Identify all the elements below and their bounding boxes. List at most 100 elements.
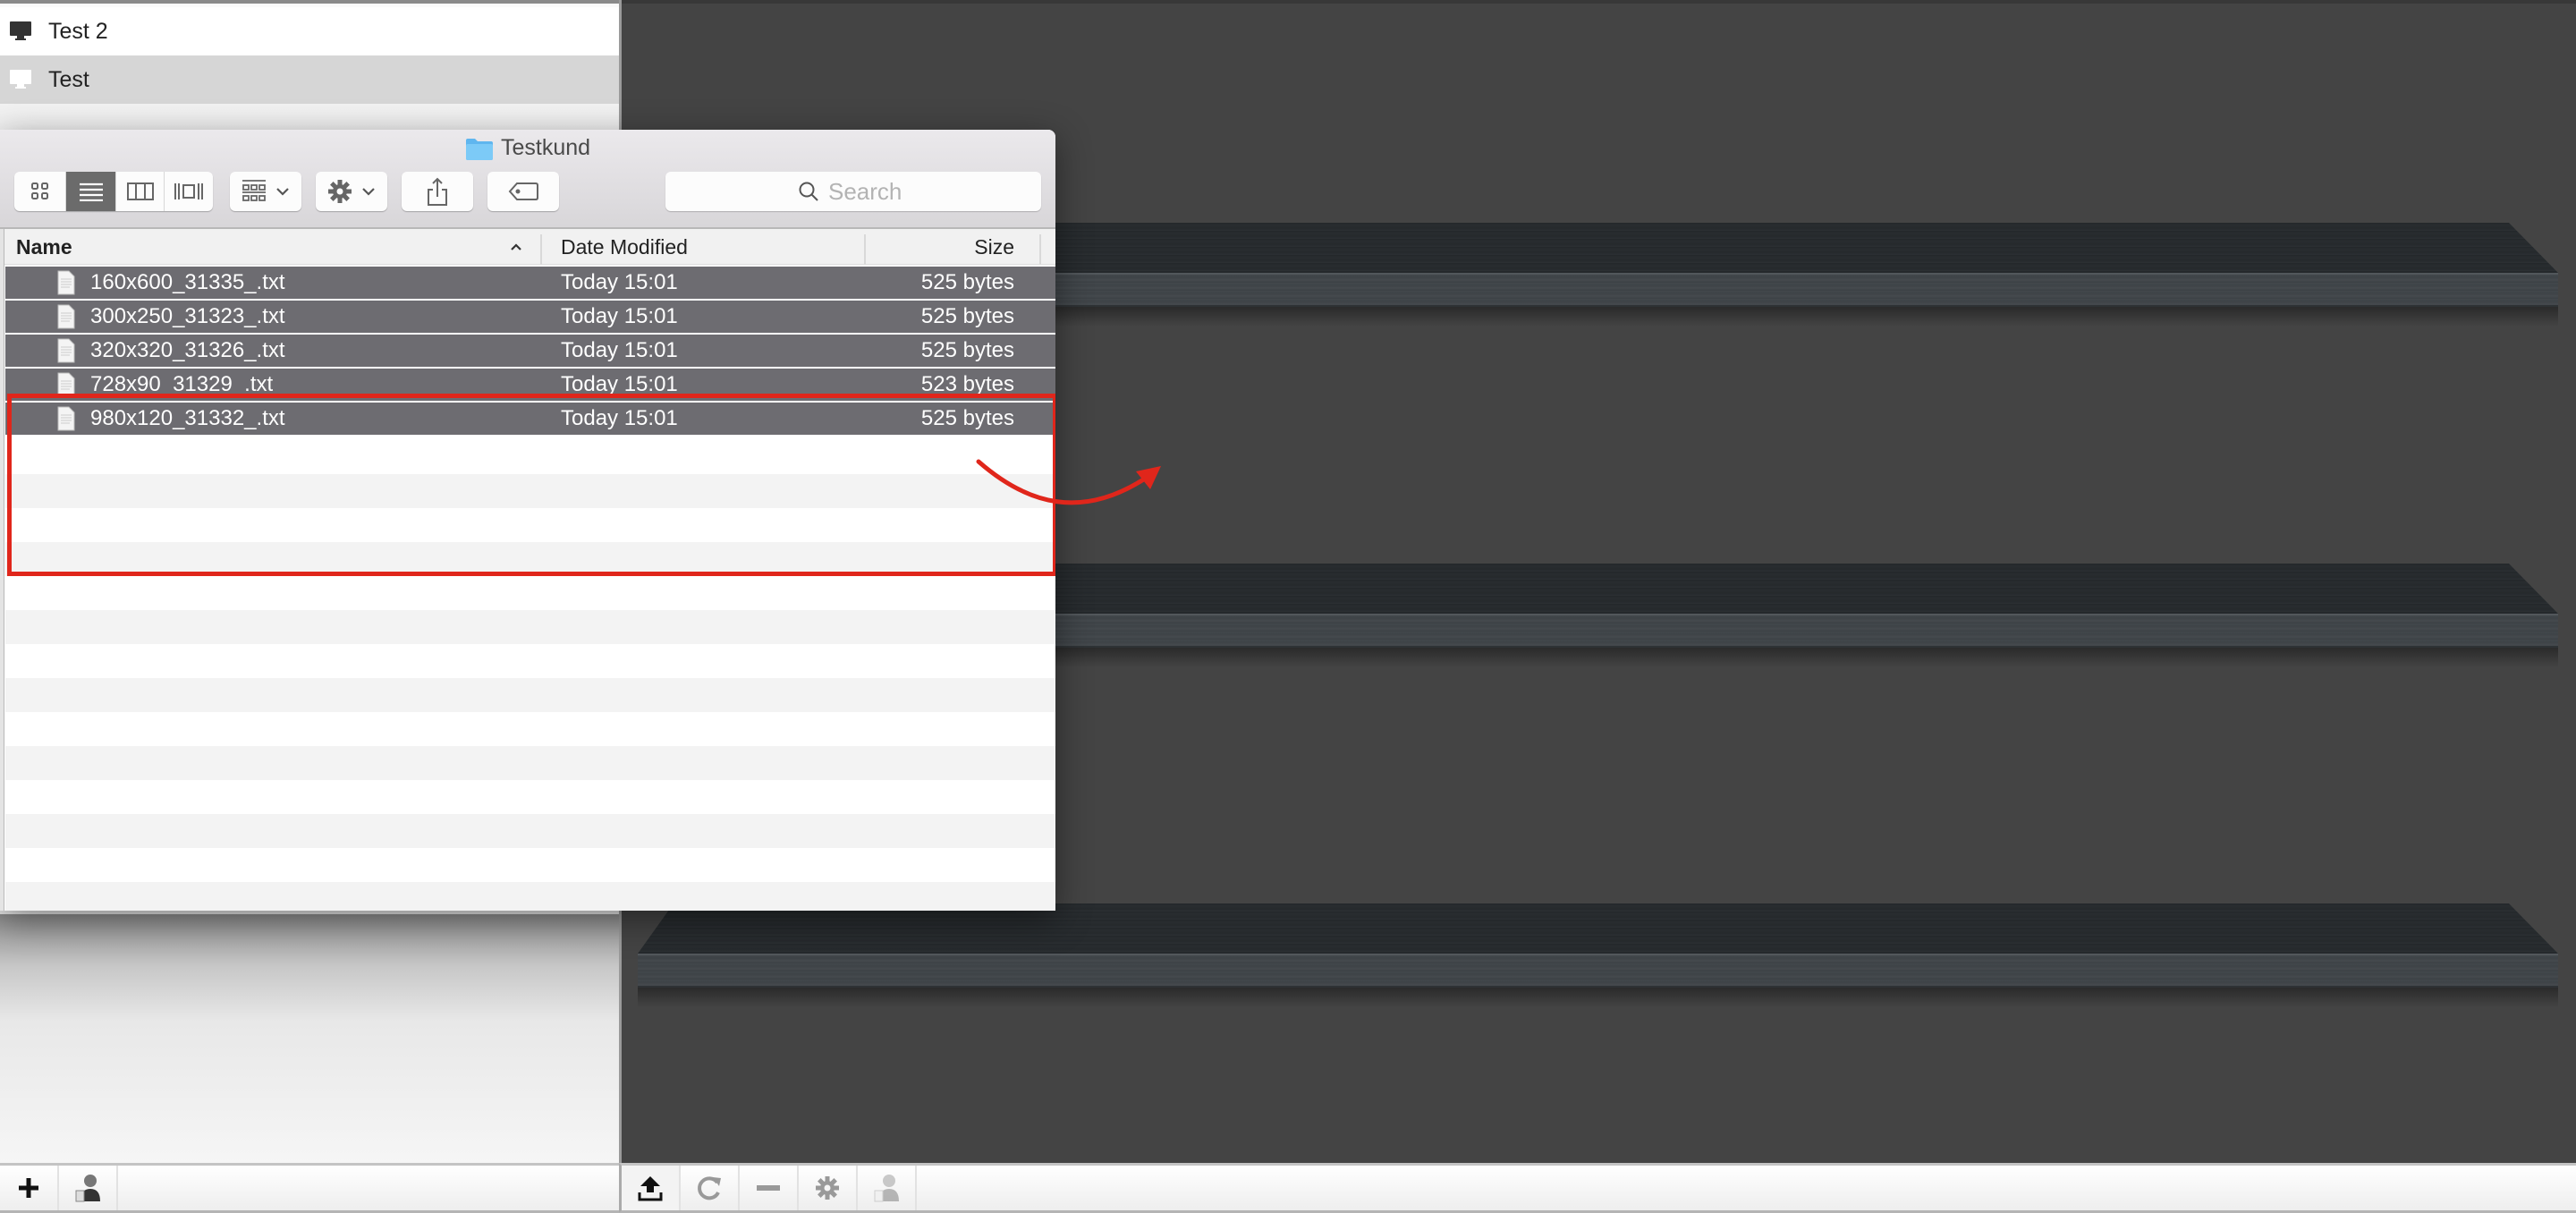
sort-ascending-icon[interactable] xyxy=(510,229,522,265)
list-view-button[interactable] xyxy=(66,172,116,211)
file-date: Today 15:01 xyxy=(561,270,678,294)
minus-icon xyxy=(757,1185,780,1191)
arrange-button[interactable] xyxy=(230,172,301,211)
shelf-front xyxy=(638,954,2558,988)
text-file-icon xyxy=(57,372,75,397)
file-row[interactable]: 160x600_31335_.txt Today 15:01 525 bytes xyxy=(5,265,1055,299)
file-size: 525 bytes xyxy=(920,406,1014,430)
upload-icon xyxy=(638,1176,663,1201)
tag-button[interactable] xyxy=(487,172,559,211)
file-date: Today 15:01 xyxy=(561,338,678,362)
refresh-icon xyxy=(698,1176,721,1200)
grid-icon xyxy=(30,182,48,199)
empty-row xyxy=(5,678,1055,712)
file-size: 525 bytes xyxy=(920,270,1014,294)
view-mode-control xyxy=(14,172,213,211)
file-date: Today 15:01 xyxy=(561,406,678,430)
file-size: 525 bytes xyxy=(920,304,1014,328)
empty-row xyxy=(5,848,1055,882)
text-file-icon xyxy=(57,406,75,431)
sidebar-item-label: Test xyxy=(48,66,89,92)
file-date: Today 15:01 xyxy=(561,372,678,396)
coverflow-icon xyxy=(174,183,203,199)
column-resize-handle[interactable] xyxy=(1039,234,1041,265)
sidebar-item-test[interactable]: Test xyxy=(0,55,619,104)
chevron-down-icon xyxy=(276,188,289,196)
file-date: Today 15:01 xyxy=(561,304,678,328)
file-row[interactable]: 320x320_31326_.txt Today 15:01 525 bytes xyxy=(5,333,1055,367)
sidebar-item-label: Test 2 xyxy=(48,18,108,44)
gear-icon xyxy=(328,180,352,203)
share-button[interactable] xyxy=(402,172,473,211)
empty-row xyxy=(5,440,1055,474)
window-title-text: Testkund xyxy=(500,135,591,160)
column-name-label: Name xyxy=(16,234,72,259)
empty-row xyxy=(5,508,1055,542)
bottom-left-toolbar xyxy=(0,1163,619,1213)
text-file-icon xyxy=(57,270,75,295)
folder-icon xyxy=(465,138,494,160)
empty-row xyxy=(5,712,1055,746)
empty-row xyxy=(5,882,1055,911)
file-name: 300x250_31323_.txt xyxy=(90,304,285,328)
drag-arrow-icon xyxy=(976,459,1161,505)
cover-flow-view-button[interactable] xyxy=(165,172,213,211)
shelf-3[interactable] xyxy=(622,903,2576,1007)
text-file-icon xyxy=(57,338,75,363)
column-date-modified[interactable]: Date Modified xyxy=(561,229,688,265)
shelf-top xyxy=(638,903,2558,954)
arrange-icon xyxy=(242,180,266,201)
list-icon xyxy=(79,182,103,201)
file-name: 980x120_31332_.txt xyxy=(90,406,285,430)
monitor-icon xyxy=(9,20,32,43)
action-button[interactable] xyxy=(316,172,387,211)
user-clipboard-icon xyxy=(874,1175,899,1202)
empty-row xyxy=(5,814,1055,848)
column-view-button[interactable] xyxy=(116,172,165,211)
window-title: Testkund xyxy=(0,135,1055,161)
finder-window[interactable]: Testkund Search Name Date Modified Size … xyxy=(0,130,1055,911)
assign-user-button[interactable] xyxy=(858,1166,917,1210)
empty-row xyxy=(5,542,1055,576)
column-resize-handle[interactable] xyxy=(864,234,866,265)
empty-row xyxy=(5,610,1055,644)
file-name: 160x600_31335_.txt xyxy=(90,270,285,294)
search-input[interactable] xyxy=(828,177,909,206)
file-size: 525 bytes xyxy=(920,338,1014,362)
empty-row xyxy=(5,644,1055,678)
window-shadow xyxy=(0,914,619,1166)
column-resize-handle[interactable] xyxy=(540,234,542,265)
empty-row xyxy=(5,780,1055,814)
file-row[interactable]: 300x250_31323_.txt Today 15:01 525 bytes xyxy=(5,299,1055,333)
file-name: 320x320_31326_.txt xyxy=(90,338,285,362)
sidebar-item-test-2[interactable]: Test 2 xyxy=(0,7,619,55)
monitor-icon xyxy=(9,68,32,91)
empty-row xyxy=(5,746,1055,780)
column-size-label: Size xyxy=(974,234,1014,259)
share-icon xyxy=(428,177,447,206)
search-icon xyxy=(799,182,818,201)
column-header: Name Date Modified Size xyxy=(0,229,1055,265)
add-button[interactable] xyxy=(0,1166,59,1210)
file-name: 728x90_31329_.txt xyxy=(90,372,274,396)
columns-icon xyxy=(126,182,154,200)
plus-icon xyxy=(19,1178,38,1198)
upload-button[interactable] xyxy=(622,1166,681,1210)
refresh-button[interactable] xyxy=(681,1166,740,1210)
file-row[interactable]: 980x120_31332_.txt Today 15:01 525 bytes xyxy=(5,401,1055,435)
assign-user-button[interactable] xyxy=(59,1166,118,1210)
settings-button[interactable] xyxy=(799,1166,858,1210)
file-row[interactable]: 728x90_31329_.txt Today 15:01 523 bytes xyxy=(5,367,1055,401)
finder-sidebar-edge xyxy=(0,229,4,911)
icon-view-button[interactable] xyxy=(14,172,66,211)
remove-button[interactable] xyxy=(740,1166,799,1210)
shelf-shadow xyxy=(638,988,2558,1007)
tag-icon xyxy=(508,182,538,200)
column-size[interactable]: Size xyxy=(974,229,1014,265)
text-file-icon xyxy=(57,304,75,329)
column-name[interactable]: Name xyxy=(16,229,72,265)
finder-titlebar[interactable]: Testkund xyxy=(0,130,1055,229)
search-field[interactable] xyxy=(665,172,1041,211)
empty-row xyxy=(5,474,1055,508)
bottom-right-toolbar xyxy=(619,1163,2576,1213)
